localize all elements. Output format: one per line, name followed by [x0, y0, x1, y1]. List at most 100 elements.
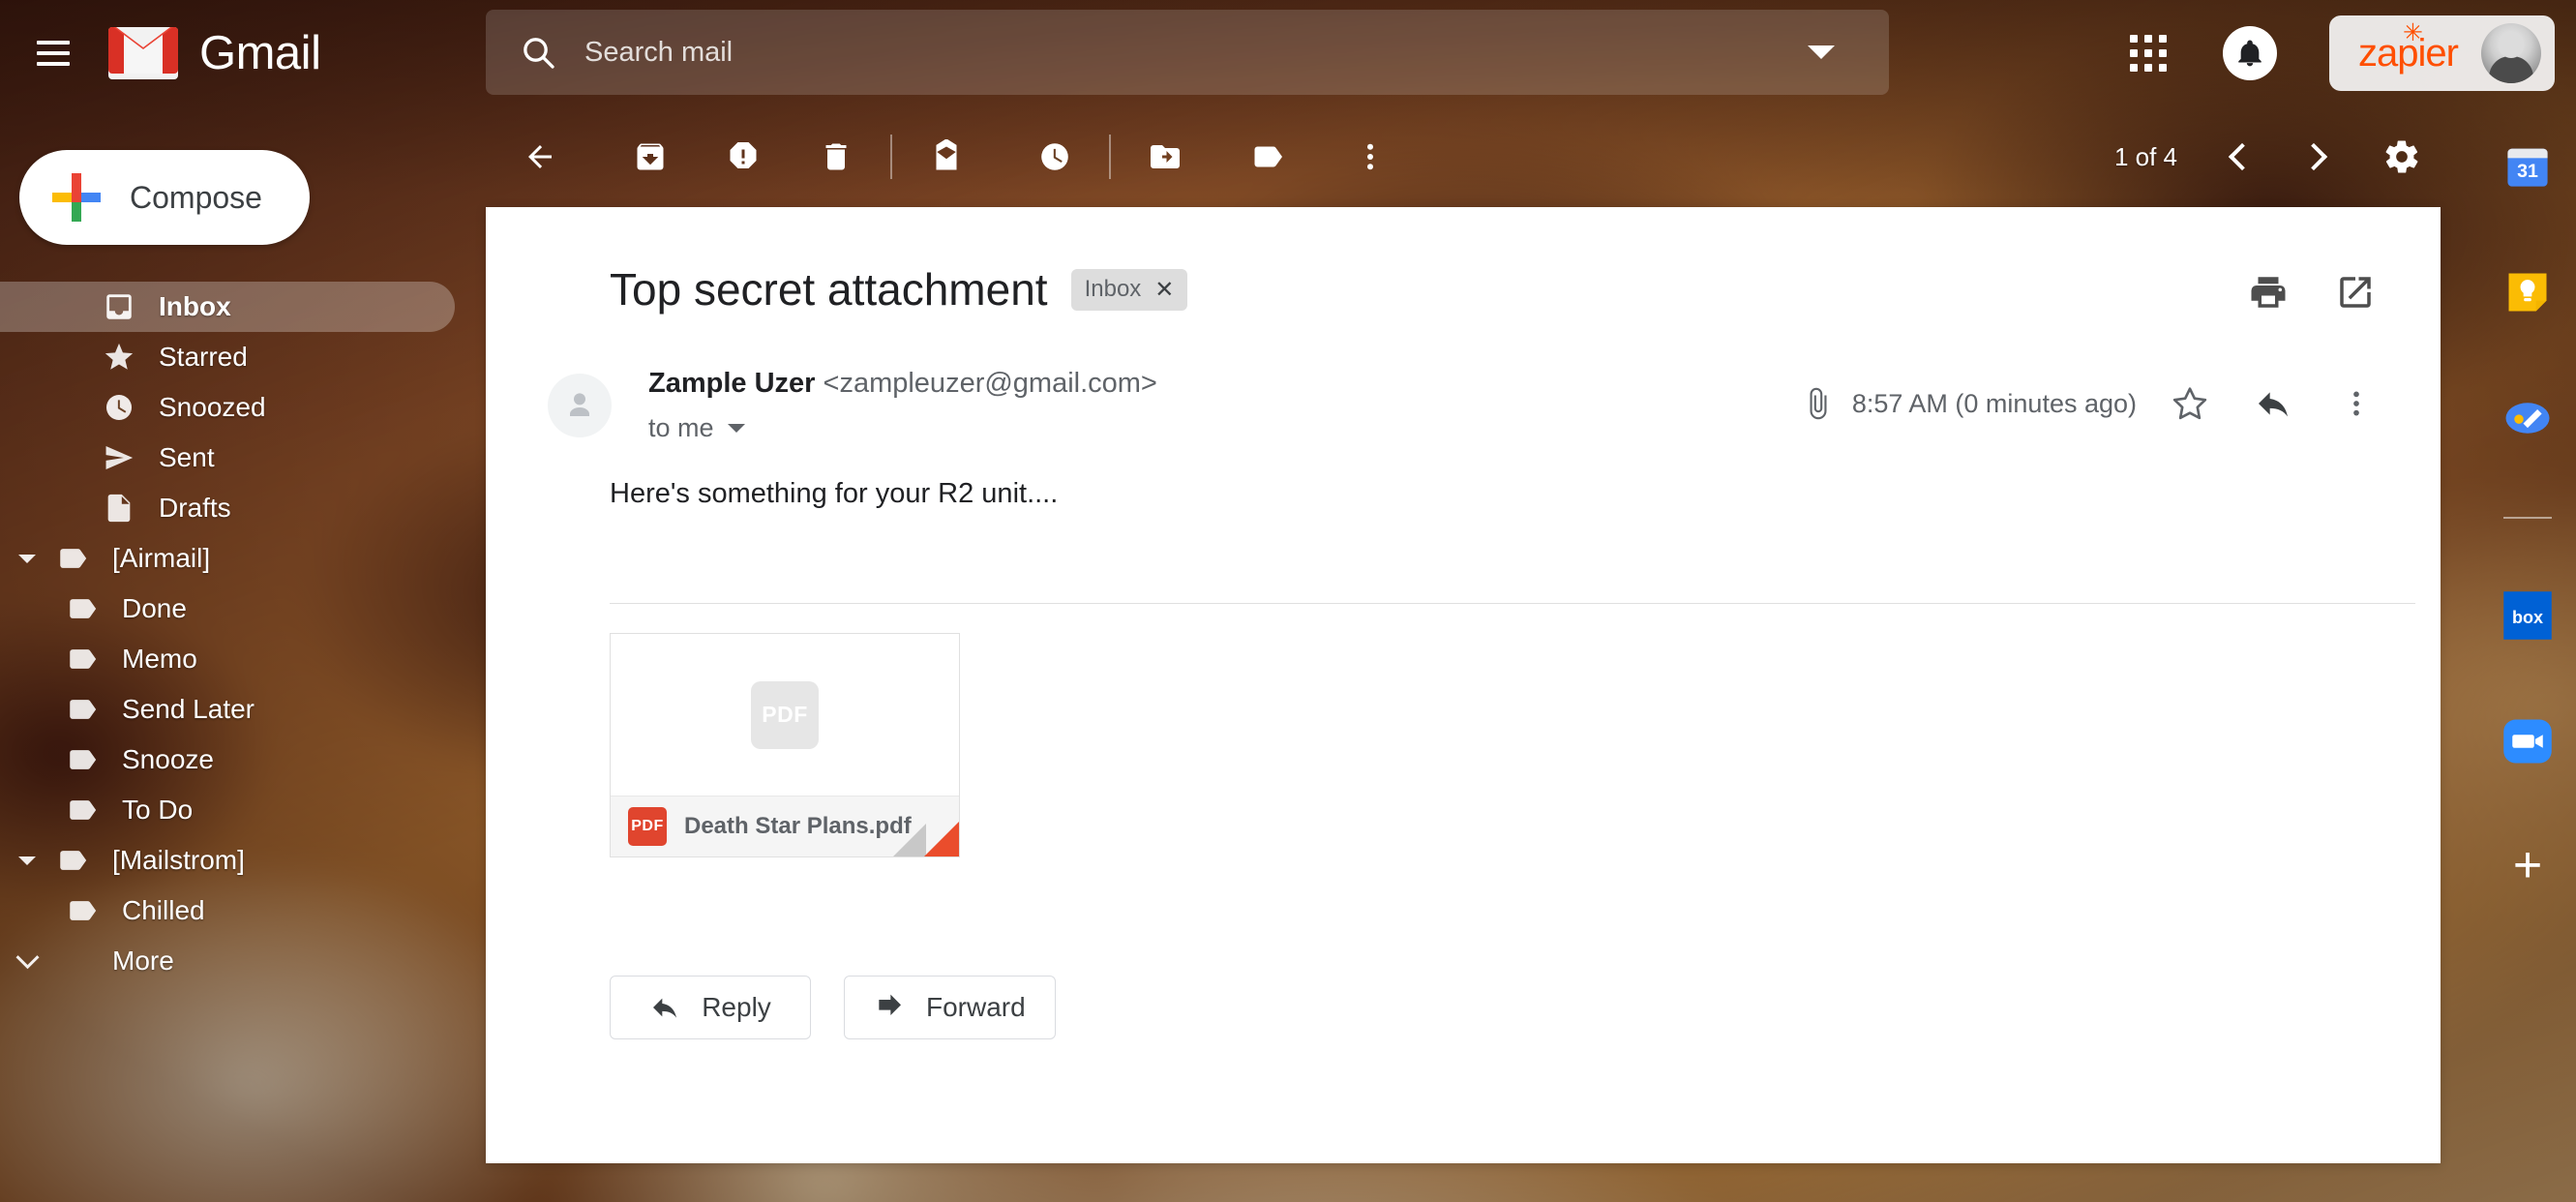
plus-icon	[52, 173, 101, 222]
gmail-logo-icon	[108, 27, 178, 79]
sidebar-item-label: Chilled	[122, 895, 205, 925]
message-meta: 8:57 AM (0 minutes ago)	[1802, 374, 2386, 434]
sender-block: Zample Uzer <zampleuzer@gmail.com> to me	[648, 368, 1802, 443]
archive-button[interactable]	[615, 122, 685, 192]
label-icon	[56, 794, 108, 826]
expand-triangle-icon[interactable]	[8, 554, 46, 563]
sidebar-item-snooze[interactable]: Snooze	[0, 735, 484, 785]
corner-fold-shadow	[893, 824, 926, 856]
chevron-left-icon	[2228, 142, 2257, 171]
sidebar-item-label: Drafts	[159, 493, 231, 523]
message-more-button[interactable]	[2326, 374, 2386, 434]
account-chip[interactable]: ✳ zapier	[2329, 15, 2555, 91]
mark-unread-button[interactable]	[912, 122, 981, 192]
zoom-addon[interactable]	[2501, 714, 2555, 768]
send-icon	[105, 445, 134, 470]
back-to-inbox-button[interactable]	[505, 122, 575, 192]
reply-arrow-icon	[649, 992, 680, 1023]
sidebar-item-label: Sent	[159, 442, 215, 472]
box-addon[interactable]: box	[2501, 588, 2555, 643]
settings-button[interactable]	[2367, 122, 2437, 192]
sidebar-item-chilled[interactable]: Chilled	[0, 886, 484, 936]
draft-icon	[93, 492, 145, 525]
snooze-button[interactable]	[1020, 122, 1090, 192]
clock-icon	[105, 394, 133, 421]
sidebar-item-to-do[interactable]: To Do	[0, 785, 484, 835]
search-bar[interactable]	[486, 10, 1889, 95]
google-calendar-addon[interactable]: 31	[2501, 139, 2555, 194]
apps-grid-icon[interactable]	[2130, 35, 2168, 72]
next-message-button[interactable]	[2278, 122, 2350, 192]
sidebar-item-sent[interactable]: Sent	[0, 433, 484, 483]
send-icon	[93, 441, 145, 474]
zoom-video-icon	[2503, 719, 2552, 764]
sidebar-item-snoozed[interactable]: Snoozed	[0, 382, 484, 433]
sidebar-item-airmail[interactable]: [Airmail]	[0, 533, 484, 584]
status-badge[interactable]: Inbox ✕	[1070, 268, 1188, 311]
panel-actions	[2212, 261, 2386, 323]
hamburger-icon[interactable]	[37, 41, 70, 66]
reply-button[interactable]	[2243, 374, 2303, 434]
sidebar-item-drafts[interactable]: Drafts	[0, 483, 484, 533]
message-toolbar: 1 of 4	[484, 106, 2479, 207]
sidebar-item-label: Snooze	[122, 744, 214, 774]
chevron-down-icon[interactable]	[8, 945, 46, 970]
addon-rail: 31 box +	[2479, 106, 2576, 1202]
label-icon	[56, 643, 108, 676]
recipient-line[interactable]: to me	[648, 413, 1802, 443]
google-tasks-addon[interactable]	[2501, 391, 2555, 445]
box-logo-icon: box	[2503, 591, 2552, 640]
svg-text:box: box	[2512, 608, 2543, 627]
star-button[interactable]	[2160, 374, 2220, 434]
chevron-down-glyph	[15, 945, 40, 969]
sidebar-item-mailstrom[interactable]: [Mailstrom]	[0, 835, 484, 886]
message-header: Zample Uzer <zampleuzer@gmail.com> to me…	[486, 316, 2441, 443]
forward-button[interactable]: Forward	[844, 976, 1056, 1039]
sidebar-item-label: Done	[122, 593, 187, 623]
add-addon-button[interactable]: +	[2513, 840, 2542, 890]
message-body: Here's something for your R2 unit....	[610, 478, 1059, 509]
message-timestamp: 8:57 AM (0 minutes ago)	[1851, 388, 2137, 418]
compose-button[interactable]: Compose	[19, 150, 310, 245]
report-spam-icon	[730, 142, 757, 168]
attachment-footer: PDF Death Star Plans.pdf	[611, 796, 959, 856]
labels-button[interactable]	[1233, 122, 1303, 192]
avatar[interactable]	[2481, 23, 2541, 83]
tasks-pencil-icon	[2505, 403, 2550, 434]
star-icon	[93, 341, 145, 374]
google-keep-addon[interactable]	[2501, 265, 2555, 319]
move-to-button[interactable]	[1130, 122, 1200, 192]
open-in-new-window-button[interactable]	[2324, 261, 2386, 323]
top-bar: Gmail ✳ zapier	[0, 0, 2576, 106]
search-input[interactable]	[584, 36, 1808, 69]
prev-message-button[interactable]	[2206, 122, 2278, 192]
sidebar-item-starred[interactable]: Starred	[0, 332, 484, 382]
reply-button-large[interactable]: Reply	[610, 976, 811, 1039]
sidebar-item-inbox[interactable]: Inbox	[0, 282, 455, 332]
more-options-button[interactable]	[1335, 122, 1405, 192]
sidebar-item-label: To Do	[122, 795, 194, 825]
expand-triangle-icon[interactable]	[8, 856, 46, 865]
sidebar-item-memo[interactable]: Memo	[0, 634, 484, 684]
attachment-card[interactable]: PDF PDF Death Star Plans.pdf	[610, 633, 960, 857]
compose-label: Compose	[130, 179, 262, 215]
close-icon[interactable]: ✕	[1154, 276, 1174, 304]
clock-icon	[1041, 143, 1068, 170]
sidebar-nav-list: Inbox Starred Snoozed Sent Drafts [Airmail] Do…	[0, 282, 484, 986]
pagination-count: 1 of 4	[2113, 141, 2177, 171]
sidebar-item-more[interactable]: More	[0, 936, 484, 986]
print-button[interactable]	[2237, 261, 2299, 323]
sidebar-item-done[interactable]: Done	[0, 584, 484, 634]
calendar-31-icon: 31	[2507, 148, 2548, 187]
corner-fold-icon	[924, 822, 959, 856]
chevron-down-icon[interactable]	[1808, 45, 1835, 59]
svg-text:31: 31	[2517, 161, 2538, 182]
sidebar-item-label: [Airmail]	[112, 543, 211, 573]
gmail-brand[interactable]: Gmail	[108, 26, 321, 80]
report-spam-button[interactable]	[708, 122, 778, 192]
bell-icon[interactable]	[2223, 26, 2278, 80]
sidebar-item-send-later[interactable]: Send Later	[0, 684, 484, 735]
delete-button[interactable]	[801, 122, 871, 192]
toolbar-divider-2	[1109, 135, 1111, 179]
label-icon	[70, 800, 97, 820]
